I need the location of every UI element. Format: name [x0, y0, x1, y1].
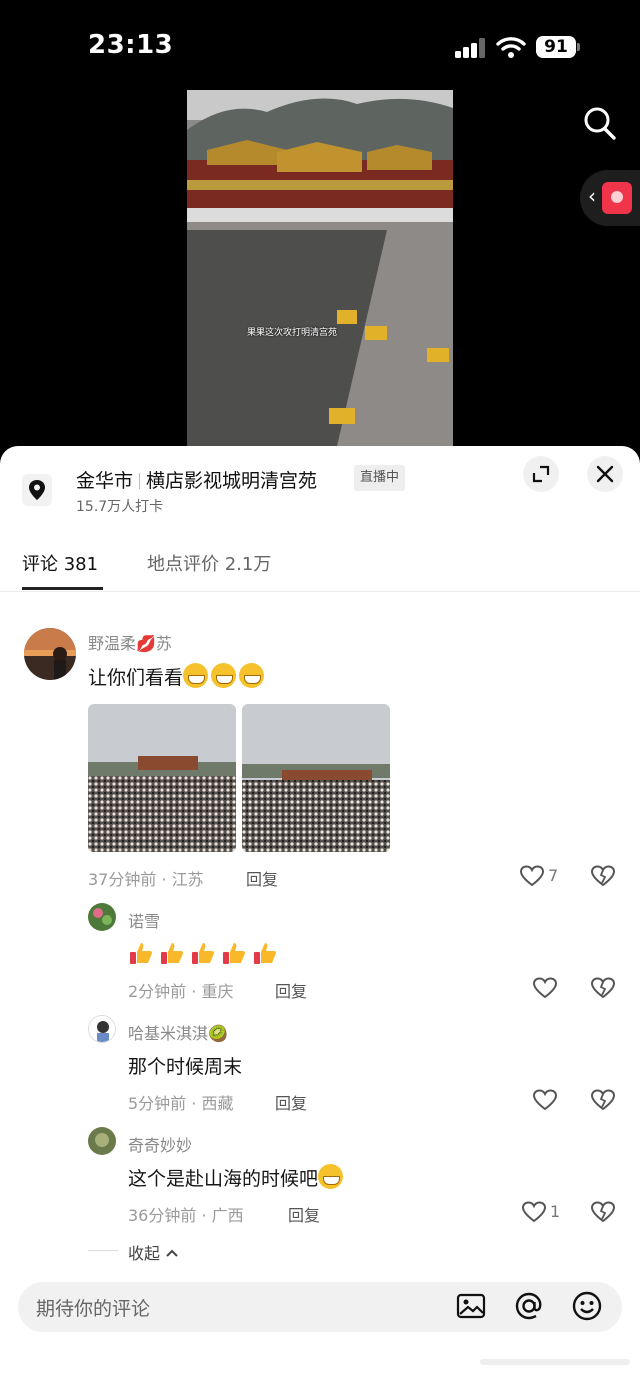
location-pin-icon — [22, 474, 52, 506]
reply-username[interactable]: 哈基米淇淇🥝 — [128, 1020, 228, 1044]
avatar-image — [24, 628, 76, 680]
broken-heart-icon[interactable] — [590, 976, 616, 1000]
thumbs-up-emoji-icon — [254, 943, 276, 964]
collapse-label: 收起 — [128, 1244, 161, 1263]
active-tab-indicator — [22, 587, 103, 590]
reply-button[interactable]: 回复 — [275, 1090, 307, 1114]
reply-text: 这个是赴山海的时候吧 — [128, 1164, 346, 1191]
search-icon[interactable] — [582, 103, 618, 143]
video-thumbnail[interactable]: 果果这次攻打明清宫苑 — [187, 90, 453, 446]
crowd-photo-image — [88, 704, 236, 852]
chevron-left-icon: ‹ — [588, 184, 596, 208]
reply-button[interactable]: 回复 — [246, 866, 278, 890]
home-indicator — [480, 1359, 630, 1365]
like-count: 7 — [548, 866, 559, 885]
emoji-icon[interactable] — [571, 1290, 603, 1322]
reply-text: 那个时候周末 — [128, 1056, 243, 1078]
reply-meta: 2分钟前 · 重庆 — [128, 982, 234, 1001]
reply-button[interactable]: 回复 — [288, 1202, 320, 1226]
avatar[interactable] — [24, 628, 76, 680]
heart-icon[interactable] — [521, 1200, 547, 1224]
status-time: 23:13 — [88, 30, 174, 60]
tab-comments[interactable]: 评论 381 — [22, 550, 98, 576]
reply-meta: 5分钟前 · 西藏 — [128, 1094, 234, 1113]
thumbs-up-emoji-icon — [161, 943, 183, 964]
comment-meta: 37分钟前 · 江苏 — [88, 870, 204, 889]
side-panel-toggle[interactable]: ‹ — [580, 170, 640, 226]
thumbs-up-emoji-icon — [223, 943, 245, 964]
thumbs-up-emoji-icon — [130, 943, 152, 964]
location-place: 横店影视城明清宫苑 — [146, 470, 318, 492]
location-title[interactable]: 金华市 横店影视城明清宫苑 — [76, 466, 317, 493]
chevron-up-icon — [166, 1249, 178, 1257]
title-separator — [139, 473, 141, 489]
comment-photo[interactable] — [242, 704, 390, 852]
grin-emoji-icon — [183, 663, 209, 688]
reply-text-content: 这个是赴山海的时候吧 — [128, 1168, 319, 1190]
heart-icon[interactable] — [519, 864, 545, 888]
avatar[interactable] — [88, 1015, 116, 1043]
tabs-divider — [0, 591, 640, 592]
comment-text-content: 让你们看看 — [88, 667, 184, 689]
broken-heart-icon[interactable] — [590, 1088, 616, 1112]
palace-scene-image — [187, 90, 453, 446]
battery-tip — [577, 43, 580, 51]
expand-icon — [532, 465, 550, 483]
like-count: 1 — [550, 1202, 561, 1221]
expand-button[interactable] — [523, 456, 559, 492]
status-bar: 23:13 91 — [0, 0, 640, 92]
location-city: 金华市 — [76, 470, 134, 492]
grin-emoji-icon — [318, 1164, 344, 1189]
reply-username[interactable]: 诺雪 — [128, 908, 160, 932]
thumbs-up-emoji-icon — [192, 943, 214, 964]
cellular-signal-icon — [455, 38, 487, 58]
comment-text: 让你们看看 — [88, 663, 267, 690]
reply-text — [128, 940, 283, 966]
avatar[interactable] — [88, 1127, 116, 1155]
comment-input-placeholder: 期待你的评论 — [36, 1298, 151, 1320]
broken-heart-icon[interactable] — [590, 1200, 616, 1224]
avatar[interactable] — [88, 903, 116, 931]
collapse-divider — [88, 1250, 118, 1251]
collapse-replies-button[interactable]: 收起 — [128, 1240, 179, 1264]
at-icon[interactable] — [513, 1290, 545, 1322]
reply-meta: 36分钟前 · 广西 — [128, 1206, 244, 1225]
heart-icon[interactable] — [532, 976, 558, 1000]
video-caption: 果果这次攻打明清宫苑 — [247, 328, 338, 338]
heart-icon[interactable] — [532, 1088, 558, 1112]
avatar-image — [88, 1127, 116, 1155]
live-badge[interactable]: 直播中 — [354, 465, 406, 491]
image-icon[interactable] — [455, 1290, 487, 1322]
close-button[interactable] — [587, 456, 623, 492]
grin-emoji-icon — [239, 663, 265, 688]
grin-emoji-icon — [211, 663, 237, 688]
wifi-icon — [496, 37, 526, 58]
red-packet-icon — [602, 182, 632, 214]
comment-photo[interactable] — [88, 704, 236, 852]
reply-username[interactable]: 奇奇妙妙 — [128, 1132, 192, 1156]
reply-button[interactable]: 回复 — [275, 978, 307, 1002]
checkin-count: 15.7万人打卡 — [76, 499, 164, 515]
avatar-image — [88, 903, 116, 931]
broken-heart-icon[interactable] — [590, 864, 616, 888]
tab-place-rating[interactable]: 地点评价 2.1万 — [147, 550, 271, 576]
battery-indicator: 91 — [536, 36, 576, 58]
crowd-photo-image — [242, 704, 390, 852]
close-icon — [596, 465, 614, 483]
comment-username[interactable]: 野温柔💋苏 — [88, 630, 172, 654]
